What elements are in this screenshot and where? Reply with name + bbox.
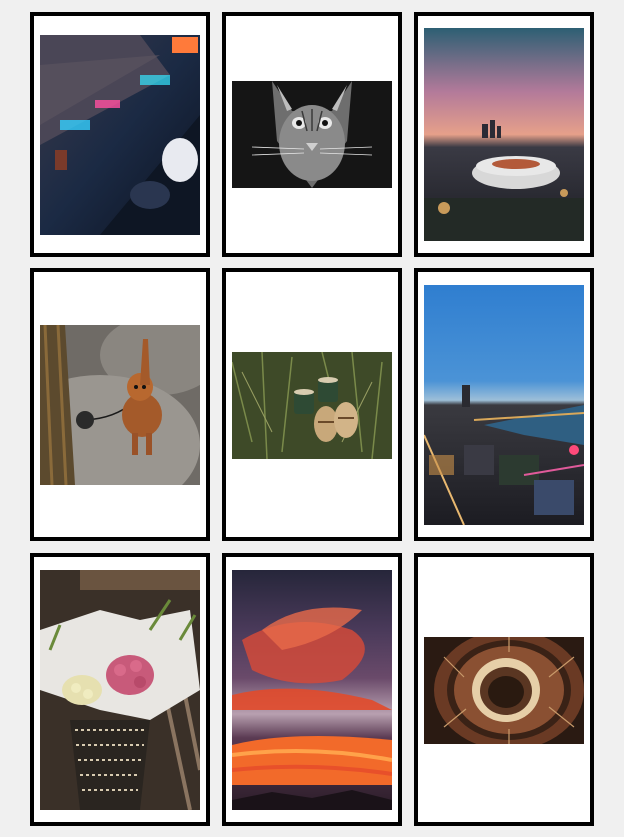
red-sky-sunset-photo[interactable]	[232, 570, 392, 810]
coffee-cups-grass-photo[interactable]	[232, 352, 392, 459]
flower-basket-photo[interactable]	[40, 570, 200, 810]
gallery-card-1[interactable]	[30, 12, 210, 257]
dog-on-rock-photo[interactable]	[40, 325, 200, 485]
cat-photo[interactable]	[232, 81, 392, 188]
photo-gallery-grid	[0, 0, 624, 837]
gallery-card-3[interactable]	[414, 12, 594, 257]
neon-street-photo[interactable]	[40, 35, 200, 235]
spiral-staircase-photo[interactable]	[424, 637, 584, 744]
gallery-card-9[interactable]	[414, 553, 594, 826]
gallery-card-7[interactable]	[30, 553, 210, 826]
city-river-night-photo[interactable]	[424, 285, 584, 525]
gallery-card-6[interactable]	[414, 268, 594, 541]
gallery-card-5[interactable]	[222, 268, 402, 541]
gallery-card-8[interactable]	[222, 553, 402, 826]
stadium-sunset-photo[interactable]	[424, 28, 584, 241]
gallery-card-4[interactable]	[30, 268, 210, 541]
gallery-card-2[interactable]	[222, 12, 402, 257]
